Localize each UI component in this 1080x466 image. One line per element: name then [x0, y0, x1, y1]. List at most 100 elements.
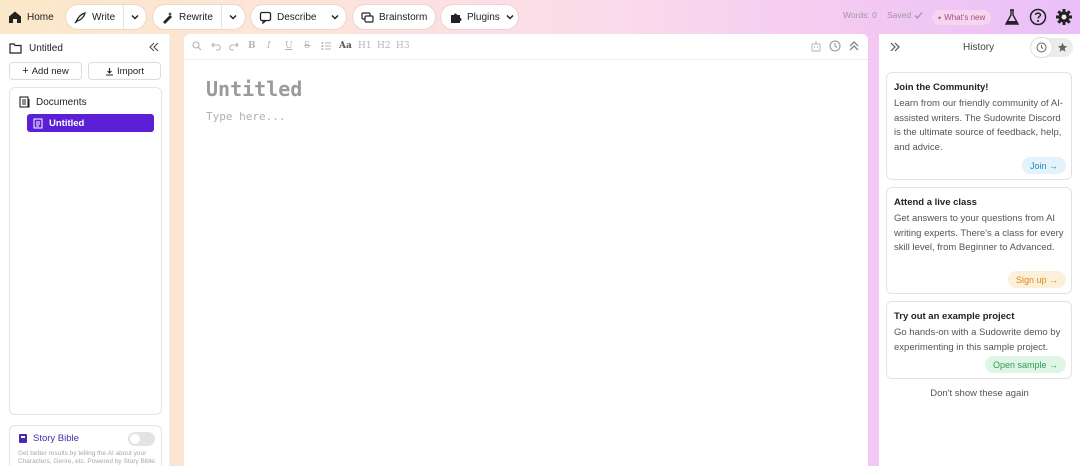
chevron-down-icon	[330, 12, 340, 22]
speech-bubble-icon	[259, 11, 272, 24]
card-body: Go hands-on with a Sudowrite demo by exp…	[894, 327, 1061, 353]
documents-panel: Documents Untitled	[9, 87, 162, 415]
home-label: Home	[27, 11, 54, 23]
write-group: Write	[66, 5, 146, 29]
undo-icon[interactable]	[211, 41, 222, 51]
story-bible-label: Story Bible	[33, 433, 79, 444]
gear-icon[interactable]	[1055, 8, 1073, 26]
history-clock-tab[interactable]	[1031, 38, 1052, 57]
editor-panel: B I U S Aa H1 H2 H3 Untitled Type here..…	[184, 34, 868, 466]
documents-label: Documents	[36, 96, 87, 108]
rewrite-group: Rewrite	[153, 5, 245, 29]
history-title: History	[963, 42, 995, 53]
card-body: Learn from our friendly community of AI-…	[894, 98, 1063, 153]
documents-header: Documents	[19, 96, 87, 108]
write-button[interactable]: Write	[66, 5, 123, 29]
bold-button[interactable]: B	[248, 41, 256, 51]
whats-new-label: What's new	[944, 13, 986, 22]
rewrite-button[interactable]: Rewrite	[153, 5, 221, 29]
describe-button[interactable]: Describe	[251, 5, 324, 29]
right-sidebar: History Join the Community! Learn from o…	[879, 34, 1080, 466]
redo-icon[interactable]	[228, 41, 239, 51]
heading-1-button[interactable]: H1	[358, 41, 372, 51]
heading-3-button[interactable]: H3	[396, 41, 410, 51]
rewrite-icon	[161, 11, 174, 24]
document-item-label: Untitled	[49, 117, 85, 129]
card-title: Try out an example project	[894, 311, 1015, 322]
plugins-button[interactable]: Plugins	[441, 5, 518, 29]
whats-new-button[interactable]: • What's new	[932, 10, 992, 25]
describe-dropdown[interactable]	[324, 5, 346, 29]
collapse-up-icon[interactable]	[848, 40, 860, 52]
documents-icon	[19, 96, 31, 108]
plus-icon: +	[22, 65, 29, 77]
dont-show-again-link[interactable]: Don't show these again	[879, 388, 1080, 399]
card-title: Attend a live class	[894, 197, 977, 208]
quill-icon	[74, 11, 87, 24]
add-new-button[interactable]: + Add new	[9, 62, 82, 80]
strikethrough-button[interactable]: S	[304, 41, 310, 51]
word-count: Words: 0	[843, 10, 877, 20]
robot-icon[interactable]	[810, 40, 822, 52]
home-button[interactable]: Home	[8, 5, 54, 29]
rewrite-label: Rewrite	[179, 11, 213, 23]
write-label: Write	[92, 11, 116, 23]
check-icon	[914, 11, 923, 20]
collapse-left-icon[interactable]	[148, 41, 160, 53]
flask-icon[interactable]	[1003, 8, 1021, 26]
tip-card: Join the Community! Learn from our frien…	[886, 72, 1072, 180]
underline-button[interactable]: U	[285, 41, 293, 51]
search-icon[interactable]	[192, 41, 202, 51]
story-bible-toggle[interactable]	[128, 432, 155, 446]
saved-status: Saved	[887, 10, 923, 20]
story-bible-panel: Story Bible Get better results by tellin…	[9, 425, 162, 466]
document-body-input[interactable]: Type here...	[206, 110, 285, 123]
help-icon[interactable]	[1029, 8, 1047, 26]
story-bible-header[interactable]: Story Bible	[18, 433, 79, 444]
chevron-down-icon	[130, 12, 140, 22]
join-button[interactable]: Join →	[1021, 157, 1066, 174]
puzzle-icon	[449, 11, 462, 24]
sign-up-button[interactable]: Sign up →	[1007, 271, 1066, 288]
italic-button[interactable]: I	[267, 41, 271, 51]
clock-icon[interactable]	[829, 40, 841, 52]
list-icon[interactable]	[321, 41, 332, 51]
open-sample-button[interactable]: Open sample →	[984, 356, 1066, 373]
project-title: Untitled	[9, 42, 63, 54]
import-button[interactable]: Import	[88, 62, 161, 80]
star-icon	[1057, 42, 1068, 53]
chevron-down-icon	[228, 12, 238, 22]
brainstorm-label: Brainstorm	[379, 11, 428, 23]
card-body: Get answers to your questions from AI wr…	[894, 213, 1064, 253]
home-icon	[8, 10, 22, 24]
editor-toolbar: B I U S Aa H1 H2 H3	[184, 34, 868, 60]
document-item[interactable]: Untitled	[27, 114, 154, 132]
history-header: History	[879, 34, 1080, 60]
rewrite-dropdown[interactable]	[222, 5, 244, 29]
tip-card: Try out an example project Go hands-on w…	[886, 301, 1072, 379]
add-new-label: Add new	[31, 65, 69, 77]
chevron-down-icon	[505, 12, 515, 22]
history-view-toggle	[1031, 38, 1073, 57]
document-title-input[interactable]: Untitled	[206, 77, 302, 101]
download-icon	[105, 67, 114, 76]
write-dropdown[interactable]	[124, 5, 146, 29]
heading-2-button[interactable]: H2	[377, 41, 391, 51]
top-bar: Home Write Rewrite Describe Brainstorm P…	[0, 0, 1080, 34]
story-bible-description: Get better results by telling the AI abo…	[18, 450, 157, 465]
tip-card: Attend a live class Get answers to your …	[886, 187, 1072, 294]
describe-label: Describe	[277, 11, 317, 23]
left-sidebar: Untitled + Add new Import Documents Unti…	[0, 34, 170, 466]
favorites-tab[interactable]	[1052, 38, 1073, 57]
chat-icon	[361, 11, 374, 24]
card-title: Join the Community!	[894, 82, 989, 93]
font-size-button[interactable]: Aa	[339, 41, 352, 51]
brainstorm-button[interactable]: Brainstorm	[353, 5, 435, 29]
document-icon	[33, 118, 43, 129]
folder-icon	[9, 42, 22, 54]
import-label: Import	[117, 65, 144, 77]
clock-icon	[1036, 42, 1047, 53]
expand-right-icon[interactable]	[889, 41, 901, 53]
plugins-label: Plugins	[467, 11, 500, 23]
saved-label: Saved	[887, 10, 912, 20]
